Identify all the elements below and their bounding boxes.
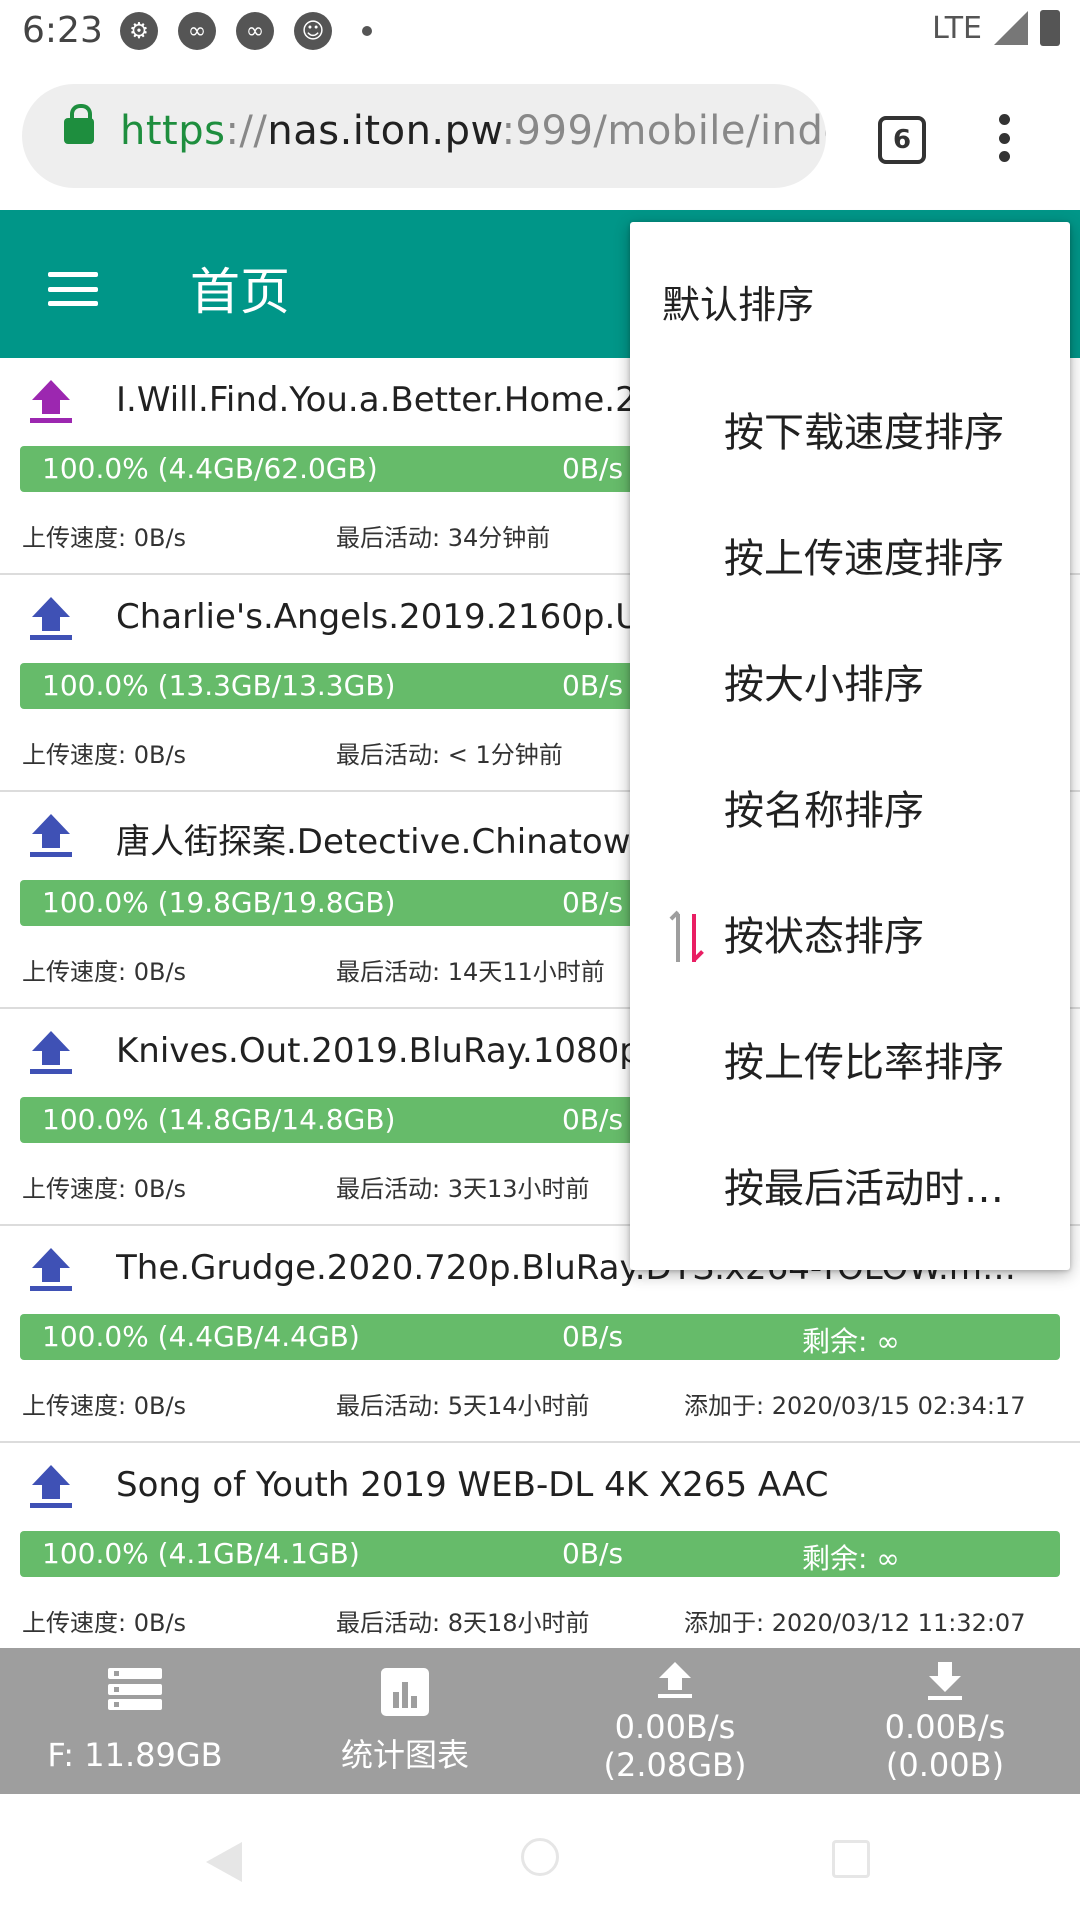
last-activity: 最后活动: 8天18小时前	[336, 1609, 590, 1637]
last-activity: 最后活动: 3天13小时前	[336, 1175, 590, 1203]
added-time: 添加于: 2020/03/12 11:32:07	[684, 1609, 1026, 1637]
torrent-item[interactable]: Song of Youth 2019 WEB-DL 4K X265 AAC 100…	[0, 1443, 1080, 1660]
recents-icon[interactable]	[832, 1840, 870, 1878]
stats-chart-label: 统计图表	[340, 1736, 469, 1774]
browser-toolbar: https://nas.iton.pw:999/mobile/index 6	[0, 64, 1080, 210]
sort-option[interactable]: 按下载速度排序	[630, 362, 1070, 488]
infinity-icon: ∞	[178, 12, 216, 50]
upload-speed: 上传速度: 0B/s	[22, 1175, 187, 1203]
progress-text: 100.0% (4.4GB/62.0GB)	[42, 452, 378, 485]
last-activity: 最后活动: < 1分钟前	[336, 741, 563, 769]
progress-text: 100.0% (13.3GB/13.3GB)	[42, 669, 396, 702]
bottom-status-bar: F: 11.89GB 统计图表 0.00B/s (2.08GB) 0.00B/s…	[0, 1648, 1080, 1794]
remaining-time: 剩余: ∞	[802, 1325, 900, 1358]
download-speed: 0B/s	[562, 452, 624, 485]
remaining-time: 剩余: ∞	[802, 1542, 900, 1575]
back-icon[interactable]	[206, 1842, 242, 1882]
home-icon[interactable]	[521, 1838, 559, 1876]
upload-speed: 上传速度: 0B/s	[22, 958, 187, 986]
stats-chart-button[interactable]: 统计图表	[270, 1648, 540, 1794]
sort-menu: 默认排序按下载速度排序 按上传速度排序 按大小排序按名称排序按状态排序按上传比率排序…	[630, 222, 1070, 1270]
last-activity: 最后活动: 5天14小时前	[336, 1392, 590, 1420]
upload-status-icon	[30, 1031, 72, 1079]
bar-chart-icon	[381, 1668, 429, 1716]
url-text[interactable]: https://nas.iton.pw:999/mobile/index	[120, 108, 826, 154]
upload-status-icon	[30, 380, 72, 428]
sort-option[interactable]: 按大小排序	[630, 614, 1070, 740]
upload-status-icon	[30, 1248, 72, 1296]
progress-text: 100.0% (19.8GB/19.8GB)	[42, 886, 396, 919]
sort-option-label: 按最后活动时…	[724, 1166, 1004, 1212]
notification-icons: ⚙ ∞ ∞ ☺	[120, 12, 372, 50]
sort-option-label: 按状态排序	[724, 914, 924, 960]
sort-option-label: 按上传速度排序	[724, 536, 1004, 582]
sort-option-label: 默认排序	[662, 283, 815, 327]
download-arrow-icon	[928, 1662, 962, 1702]
sort-option[interactable]: 默认排序	[630, 236, 1070, 362]
system-nav-bar	[0, 1794, 1080, 1920]
sort-option[interactable]: 按状态排序	[630, 866, 1070, 992]
progress-text: 100.0% (14.8GB/14.8GB)	[42, 1103, 396, 1136]
status-time: 6:23	[22, 10, 103, 51]
storage-icon	[108, 1668, 162, 1710]
last-activity: 最后活动: 34分钟前	[336, 524, 551, 552]
gear-icon: ⚙	[120, 12, 158, 50]
sort-option[interactable]: 按最后活动时…	[630, 1118, 1070, 1244]
download-speed: 0B/s	[562, 669, 624, 702]
progress-text: 100.0% (4.1GB/4.1GB)	[42, 1537, 360, 1570]
download-speed: 0B/s	[562, 1320, 624, 1353]
upload-speed: 上传速度: 0B/s	[22, 1609, 187, 1637]
url-scheme: https	[120, 108, 226, 154]
sort-direction-icon	[666, 910, 712, 966]
sort-option-label: 按大小排序	[724, 662, 924, 708]
url-path: :999/mobile/index	[501, 108, 826, 154]
upload-arrow-icon	[658, 1662, 692, 1702]
network-type: LTE	[932, 10, 982, 46]
upload-status-icon	[30, 1465, 72, 1513]
download-speed: 0B/s	[562, 886, 624, 919]
progress-text: 100.0% (4.4GB/4.4GB)	[42, 1320, 360, 1353]
battery-icon	[1040, 10, 1060, 46]
signal-icon	[994, 11, 1028, 45]
torrent-name: Song of Youth 2019 WEB-DL 4K X265 AAC	[116, 1465, 829, 1505]
upload-stats: 0.00B/s (2.08GB)	[540, 1648, 810, 1794]
status-bar: 6:23 ⚙ ∞ ∞ ☺ LTE	[0, 0, 1080, 64]
upload-speed: 上传速度: 0B/s	[22, 524, 187, 552]
lock-icon[interactable]	[64, 104, 94, 144]
sort-option[interactable]: 按上传速度排序	[630, 488, 1070, 614]
sort-option-label: 按名称排序	[724, 788, 924, 834]
sort-option[interactable]: 按名称排序	[630, 740, 1070, 866]
upload-status-icon	[30, 597, 72, 645]
upload-speed: 上传速度: 0B/s	[22, 1392, 187, 1420]
sort-option[interactable]: 按上传比率排序	[630, 992, 1070, 1118]
url-bar[interactable]: https://nas.iton.pw:999/mobile/index	[22, 84, 826, 188]
sort-option-label: 按上传比率排序	[724, 1040, 1004, 1086]
url-host: nas.iton.pw	[267, 108, 502, 154]
upload-speed-total: 0.00B/s	[614, 1708, 736, 1746]
sort-option-label: 按下载速度排序	[724, 410, 1004, 456]
storage-button[interactable]: F: 11.89GB	[0, 1648, 270, 1794]
last-activity: 最后活动: 14天11小时前	[336, 958, 605, 986]
page-title: 首页	[190, 263, 290, 321]
upload-speed: 上传速度: 0B/s	[22, 741, 187, 769]
download-speed: 0B/s	[562, 1103, 624, 1136]
upload-status-icon	[30, 814, 72, 862]
infinity-icon: ∞	[236, 12, 274, 50]
url-separator: ://	[225, 108, 268, 154]
progress-bar: 100.0% (4.1GB/4.1GB) 0B/s 剩余: ∞	[20, 1531, 1060, 1577]
added-time: 添加于: 2020/03/15 02:34:17	[684, 1392, 1026, 1420]
storage-label: F: 11.89GB	[47, 1736, 223, 1774]
tab-switcher-button[interactable]: 6	[878, 116, 926, 164]
download-speed-total: 0.00B/s	[884, 1708, 1006, 1746]
smiley-icon: ☺	[294, 12, 332, 50]
dot-icon	[362, 26, 372, 36]
upload-total: (2.08GB)	[603, 1746, 747, 1784]
browser-menu-icon[interactable]	[998, 114, 1010, 162]
download-stats: 0.00B/s (0.00B)	[810, 1648, 1080, 1794]
download-total: (0.00B)	[885, 1746, 1005, 1784]
progress-bar: 100.0% (4.4GB/4.4GB) 0B/s 剩余: ∞	[20, 1314, 1060, 1360]
download-speed: 0B/s	[562, 1537, 624, 1570]
status-right: LTE	[932, 10, 1060, 46]
hamburger-menu-icon[interactable]	[48, 272, 98, 306]
